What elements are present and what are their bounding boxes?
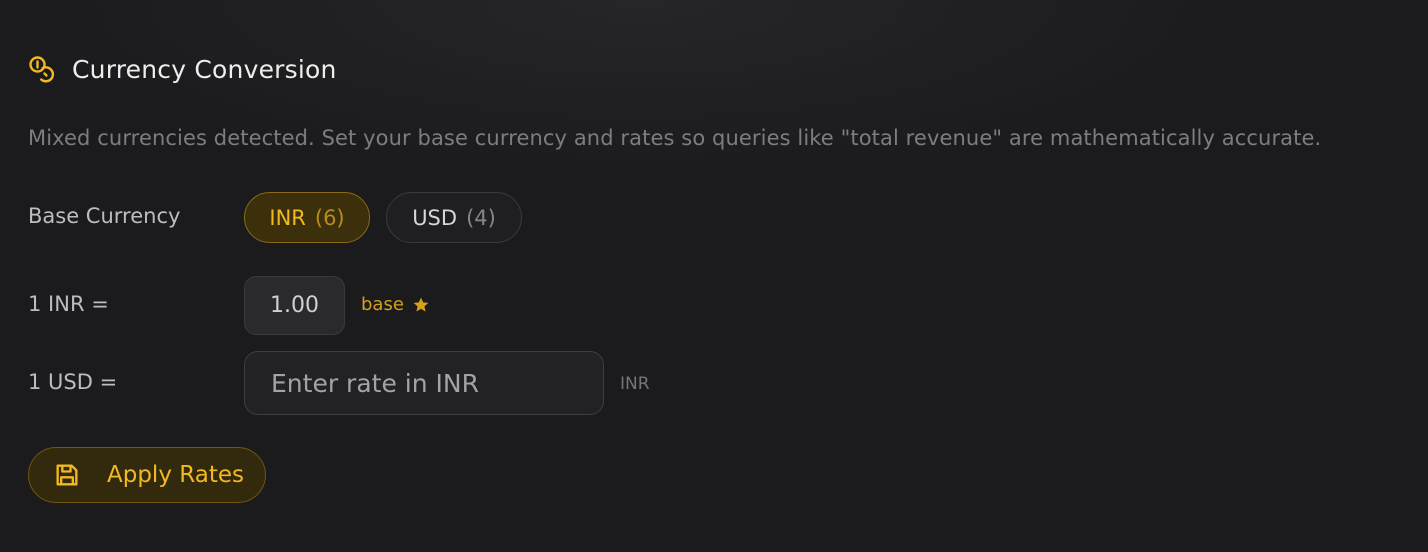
section-header: Currency Conversion <box>28 52 337 86</box>
currency-chip-usd[interactable]: USD (4) <box>386 192 522 243</box>
rate-label-usd: 1 USD = <box>28 370 118 394</box>
base-tag: base <box>361 294 430 315</box>
usd-rate-input[interactable] <box>244 351 604 415</box>
rate-unit: INR <box>620 374 650 394</box>
rate-label-inr: 1 INR = <box>28 292 109 316</box>
save-icon <box>53 461 81 489</box>
coins-icon <box>28 55 56 83</box>
rate-value-inr: 1.00 <box>244 276 345 335</box>
currency-chip-inr[interactable]: INR (6) <box>244 192 370 243</box>
apply-rates-label: Apply Rates <box>107 462 244 488</box>
star-icon <box>412 296 430 314</box>
base-currency-label: Base Currency <box>28 204 181 228</box>
chip-count: (4) <box>466 205 496 230</box>
base-tag-label: base <box>361 294 404 315</box>
apply-rates-button[interactable]: Apply Rates <box>28 447 266 503</box>
section-title: Currency Conversion <box>72 54 337 84</box>
chip-code: INR <box>269 205 306 230</box>
currency-conversion-panel: Currency Conversion Mixed currencies det… <box>0 0 1428 552</box>
chip-code: USD <box>412 205 458 230</box>
section-description: Mixed currencies detected. Set your base… <box>28 126 1322 150</box>
chip-count: (6) <box>314 205 345 230</box>
